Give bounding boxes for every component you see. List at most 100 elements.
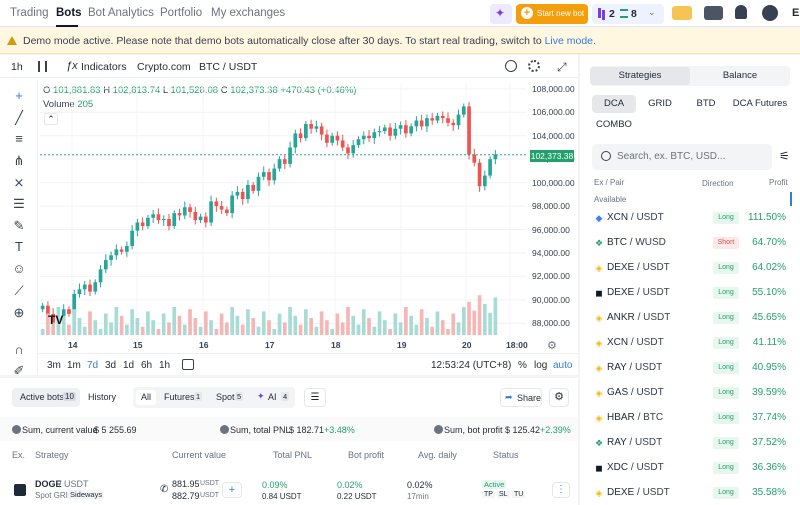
candle (319, 126, 324, 135)
nav-my-exchanges[interactable]: My exchanges (211, 7, 285, 19)
col-total-pnl: Total PNL (273, 450, 313, 460)
nav-bots[interactable]: Bots (56, 7, 82, 19)
sliders-icon[interactable]: ☰ (304, 388, 326, 407)
start-new-bot-label: Start new bot (537, 9, 585, 18)
price-chart[interactable] (0, 55, 578, 375)
candle (182, 207, 187, 216)
candle (435, 115, 440, 121)
candle (135, 222, 140, 231)
candle (246, 184, 250, 200)
volume-bar (414, 324, 419, 335)
filter-icon[interactable]: ⚟ (779, 149, 790, 163)
nav-bot-analytics[interactable]: Bot Analytics (88, 7, 154, 19)
range-1h[interactable]: 1h (159, 360, 170, 371)
list-item[interactable]: ◈ ANKR / USDT Long 45.65% (580, 306, 800, 331)
volume-bar (93, 320, 98, 335)
history-tab[interactable]: History (88, 392, 116, 402)
volume-bar (114, 307, 119, 335)
range-1m[interactable]: 1m (67, 360, 81, 371)
filter-spot[interactable]: Spot (216, 392, 235, 402)
ai-sparkle-button[interactable]: ✦ (490, 4, 512, 24)
list-item[interactable]: ◼ XDC / USDT Long 36.36% (580, 456, 800, 481)
avatar[interactable] (762, 5, 778, 21)
bot-quote: / USDT (59, 479, 89, 489)
list-item[interactable]: ◈ RAY / USDT Long 40.95% (580, 356, 800, 381)
candle (309, 124, 313, 129)
strategy-search[interactable]: Search, ex. BTC, USD... (592, 144, 772, 170)
sum-pnl-pct: +3.48% (324, 425, 355, 435)
y-tick-label: 100,000.00 (532, 177, 575, 188)
search-input[interactable]: Search, ex. BTC, USD... (617, 151, 725, 162)
active-bots-tab[interactable]: Active bots 10 (12, 388, 80, 407)
volume-bar (435, 311, 440, 335)
share-button[interactable]: ➦ Share (500, 388, 542, 407)
col-bot-profit: Bot profit (348, 450, 385, 460)
total-bots-count: 8 (631, 8, 637, 20)
auto-toggle[interactable]: auto (553, 360, 572, 371)
handshake-icon[interactable] (672, 6, 692, 20)
exchange-icon (14, 484, 26, 496)
range-3m[interactable]: 3m (47, 360, 61, 371)
list-item[interactable]: ❖ RAY / USDT Long 37.52% (580, 431, 800, 456)
type-btd[interactable]: BTD (684, 95, 728, 113)
bars-icon (620, 9, 628, 18)
start-new-bot-button[interactable]: + Start new bot (516, 4, 588, 24)
list-item[interactable]: ◈ HBAR / BTC Long 37.74% (580, 406, 800, 431)
nav-trading[interactable]: Trading (10, 7, 49, 19)
candle (119, 249, 124, 252)
nav-portfolio[interactable]: Portfolio (160, 7, 202, 19)
x-tick-label: 16 (199, 340, 209, 350)
candle (98, 269, 103, 283)
gear-icon[interactable]: ⚙ (549, 388, 569, 407)
candle (372, 132, 377, 139)
wallet-icon[interactable] (704, 6, 723, 20)
list-item[interactable]: ◼ DEXE / USDT Long 55.10% (580, 281, 800, 306)
filter-spot-count: 5 (235, 392, 244, 401)
axis-settings-icon[interactable]: ⚙ (547, 339, 557, 352)
range-1d[interactable]: 1d (123, 360, 134, 371)
list-item[interactable]: ◈ XCN / USDT Long 41.11% (580, 331, 800, 356)
candle (340, 140, 345, 148)
type-dca-futures[interactable]: DCA Futures (730, 95, 790, 113)
live-mode-link[interactable]: Live mode. (545, 35, 596, 47)
bot-counters[interactable]: 2 8 ⌄ (592, 4, 664, 24)
row-menu-button[interactable]: ⋮ (552, 482, 570, 498)
strategy-pair: BTC / WUSD (607, 237, 666, 248)
tab-balance[interactable]: Balance (690, 67, 790, 85)
list-item[interactable]: ◈ DEXE / USDT Long 64.02% (580, 256, 800, 281)
candle (203, 216, 208, 223)
list-item[interactable]: ◆ XCN / USDT Long 111.50% (580, 206, 800, 231)
volume-bar (77, 318, 82, 335)
type-grid[interactable]: GRID (638, 95, 682, 113)
strategy-profit: 37.52% (752, 437, 786, 448)
share-icon: ➦ (505, 392, 513, 402)
range-6h[interactable]: 6h (141, 360, 152, 371)
log-toggle[interactable]: log (534, 360, 547, 371)
list-item[interactable]: ❖ BTC / WUSD Short 64.70% (580, 231, 800, 256)
volume-bar (40, 329, 45, 335)
x-tick-label: 15 (133, 340, 143, 350)
avg-daily-time: 17min (407, 492, 429, 501)
col-ex: Ex. (12, 450, 26, 460)
info-icon (12, 425, 21, 434)
list-item[interactable]: ◈ GAS / USDT Long 39.59% (580, 381, 800, 406)
candle (40, 305, 45, 310)
filter-all[interactable]: All (136, 390, 156, 405)
percent-toggle[interactable]: % (518, 360, 527, 371)
bell-icon[interactable] (735, 5, 747, 19)
filter-futures[interactable]: Futures (164, 392, 195, 402)
table-row[interactable]: DOGE / USDT Spot GRID Sideways ✆ 881.95 … (0, 476, 578, 505)
type-combo[interactable]: COMBO (592, 116, 636, 134)
scrollbar[interactable] (790, 192, 792, 206)
range-3d[interactable]: 3d (105, 360, 116, 371)
add-funds-button[interactable]: + (222, 482, 242, 498)
list-item[interactable]: ◈ DEXE / USDT Long 35.58% (580, 481, 800, 505)
date-range-icon[interactable] (182, 359, 194, 370)
candle (230, 195, 234, 214)
range-7d[interactable]: 7d (87, 360, 98, 371)
filter-ai[interactable]: AI (268, 392, 277, 402)
tab-strategies[interactable]: Strategies (590, 67, 690, 85)
strategy-profit: 55.10% (752, 287, 786, 298)
candle (325, 134, 329, 143)
type-dca[interactable]: DCA (592, 95, 636, 113)
